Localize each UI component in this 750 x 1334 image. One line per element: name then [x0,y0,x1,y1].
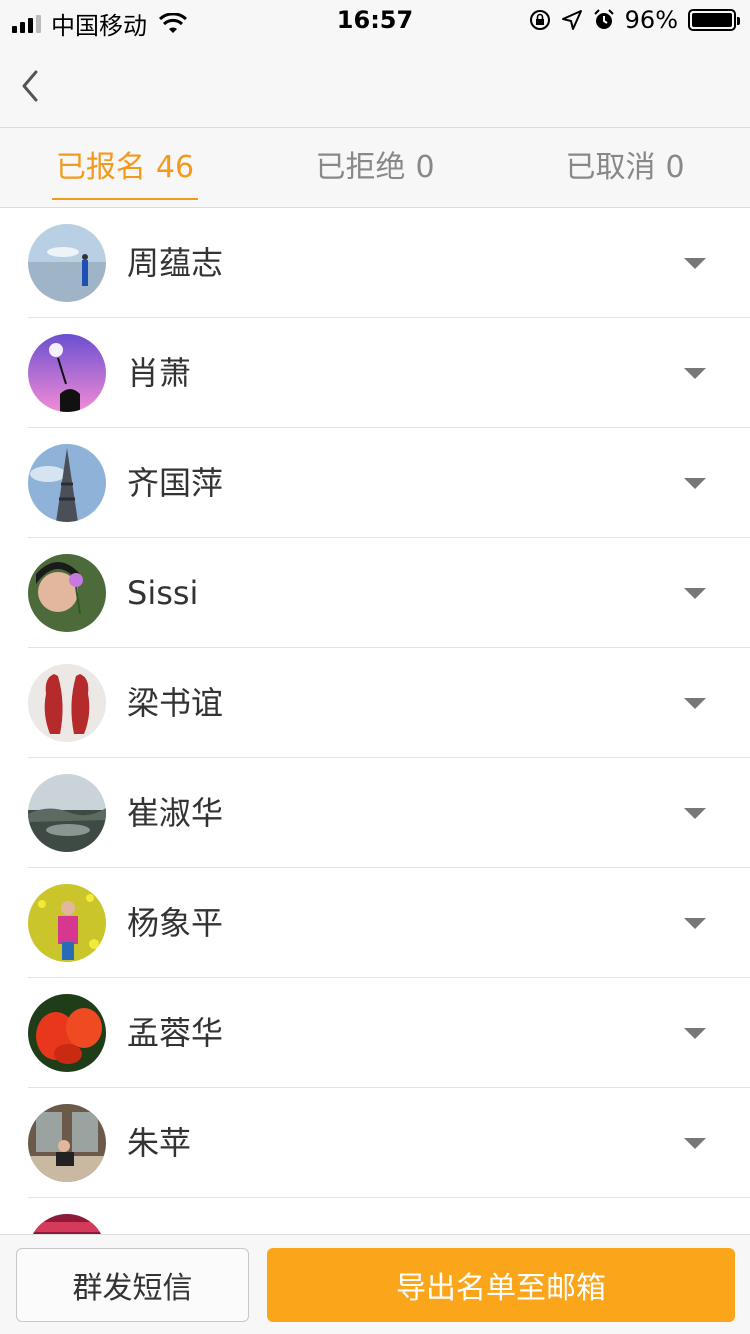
attendee-row[interactable]: 齐国萍 [0,428,750,538]
attendee-name: 崔淑华 [127,794,224,832]
attendee-row[interactable]: 朱苹 [0,1088,750,1198]
attendee-row[interactable]: 孟蓉华 [0,978,750,1088]
tab-cancelled-count: 0 [665,150,685,185]
attendee-list: 周蕴志 肖萧 齐国萍 Sissi 梁书谊 崔淑华 杨象平 孟蓉华 朱苹 [0,208,750,1234]
attendee-row[interactable] [0,1198,750,1234]
expand-caret-icon[interactable] [684,478,706,489]
status-bar: 中国移动 16:57 96% [0,0,750,42]
attendee-row[interactable]: 肖萧 [0,318,750,428]
avatar [28,884,106,962]
expand-caret-icon[interactable] [684,698,706,709]
attendee-row[interactable]: 梁书谊 [0,648,750,758]
export-list-button[interactable]: 导出名单至邮箱 [267,1248,735,1322]
expand-caret-icon[interactable] [684,588,706,599]
battery-icon [688,9,740,31]
attendee-name: 齐国萍 [127,464,224,502]
battery-percent: 96% [624,6,678,34]
tab-rejected-count: 0 [415,150,435,185]
status-tabs: 已报名 46 已拒绝 0 已取消 0 [0,128,750,208]
status-right: 96% [529,6,740,34]
avatar [28,554,106,632]
expand-caret-icon[interactable] [684,808,706,819]
tab-rejected[interactable]: 已拒绝 0 [250,128,500,208]
expand-caret-icon[interactable] [684,258,706,269]
attendee-row[interactable]: 周蕴志 [0,208,750,318]
bottom-action-bar: 群发短信 导出名单至邮箱 [0,1234,750,1334]
tab-rejected-label: 已拒绝 0 [315,150,435,185]
attendee-name: 朱苹 [127,1124,192,1162]
attendee-name: 梁书谊 [127,684,224,722]
attendee-name: Sissi [127,574,199,612]
expand-caret-icon[interactable] [684,1028,706,1039]
tab-cancelled[interactable]: 已取消 0 [500,128,750,208]
orientation-lock-icon [529,10,550,30]
avatar [28,1104,106,1182]
avatar [28,334,106,412]
attendee-row[interactable]: 杨象平 [0,868,750,978]
attendee-row[interactable]: Sissi [0,538,750,648]
avatar [28,774,106,852]
attendee-name: 孟蓉华 [127,1014,224,1052]
attendee-name: 周蕴志 [127,244,224,282]
expand-caret-icon[interactable] [684,918,706,929]
location-icon [561,10,582,30]
tab-cancelled-label: 已取消 0 [565,150,685,185]
avatar [28,1214,106,1234]
nav-bar [0,42,750,128]
tab-registered-label: 已报名 46 [51,138,199,200]
tab-registered[interactable]: 已报名 46 [0,128,250,208]
avatar [28,444,106,522]
alarm-icon [593,9,614,29]
group-sms-button[interactable]: 群发短信 [16,1248,249,1322]
expand-caret-icon[interactable] [684,1138,706,1149]
attendee-row[interactable]: 崔淑华 [0,758,750,868]
tab-registered-count: 46 [155,150,195,185]
expand-caret-icon[interactable] [684,368,706,379]
attendee-name: 肖萧 [127,354,192,392]
avatar [28,664,106,742]
back-chevron-icon[interactable] [16,66,44,106]
attendee-name: 杨象平 [127,904,224,942]
avatar [28,224,106,302]
avatar [28,994,106,1072]
